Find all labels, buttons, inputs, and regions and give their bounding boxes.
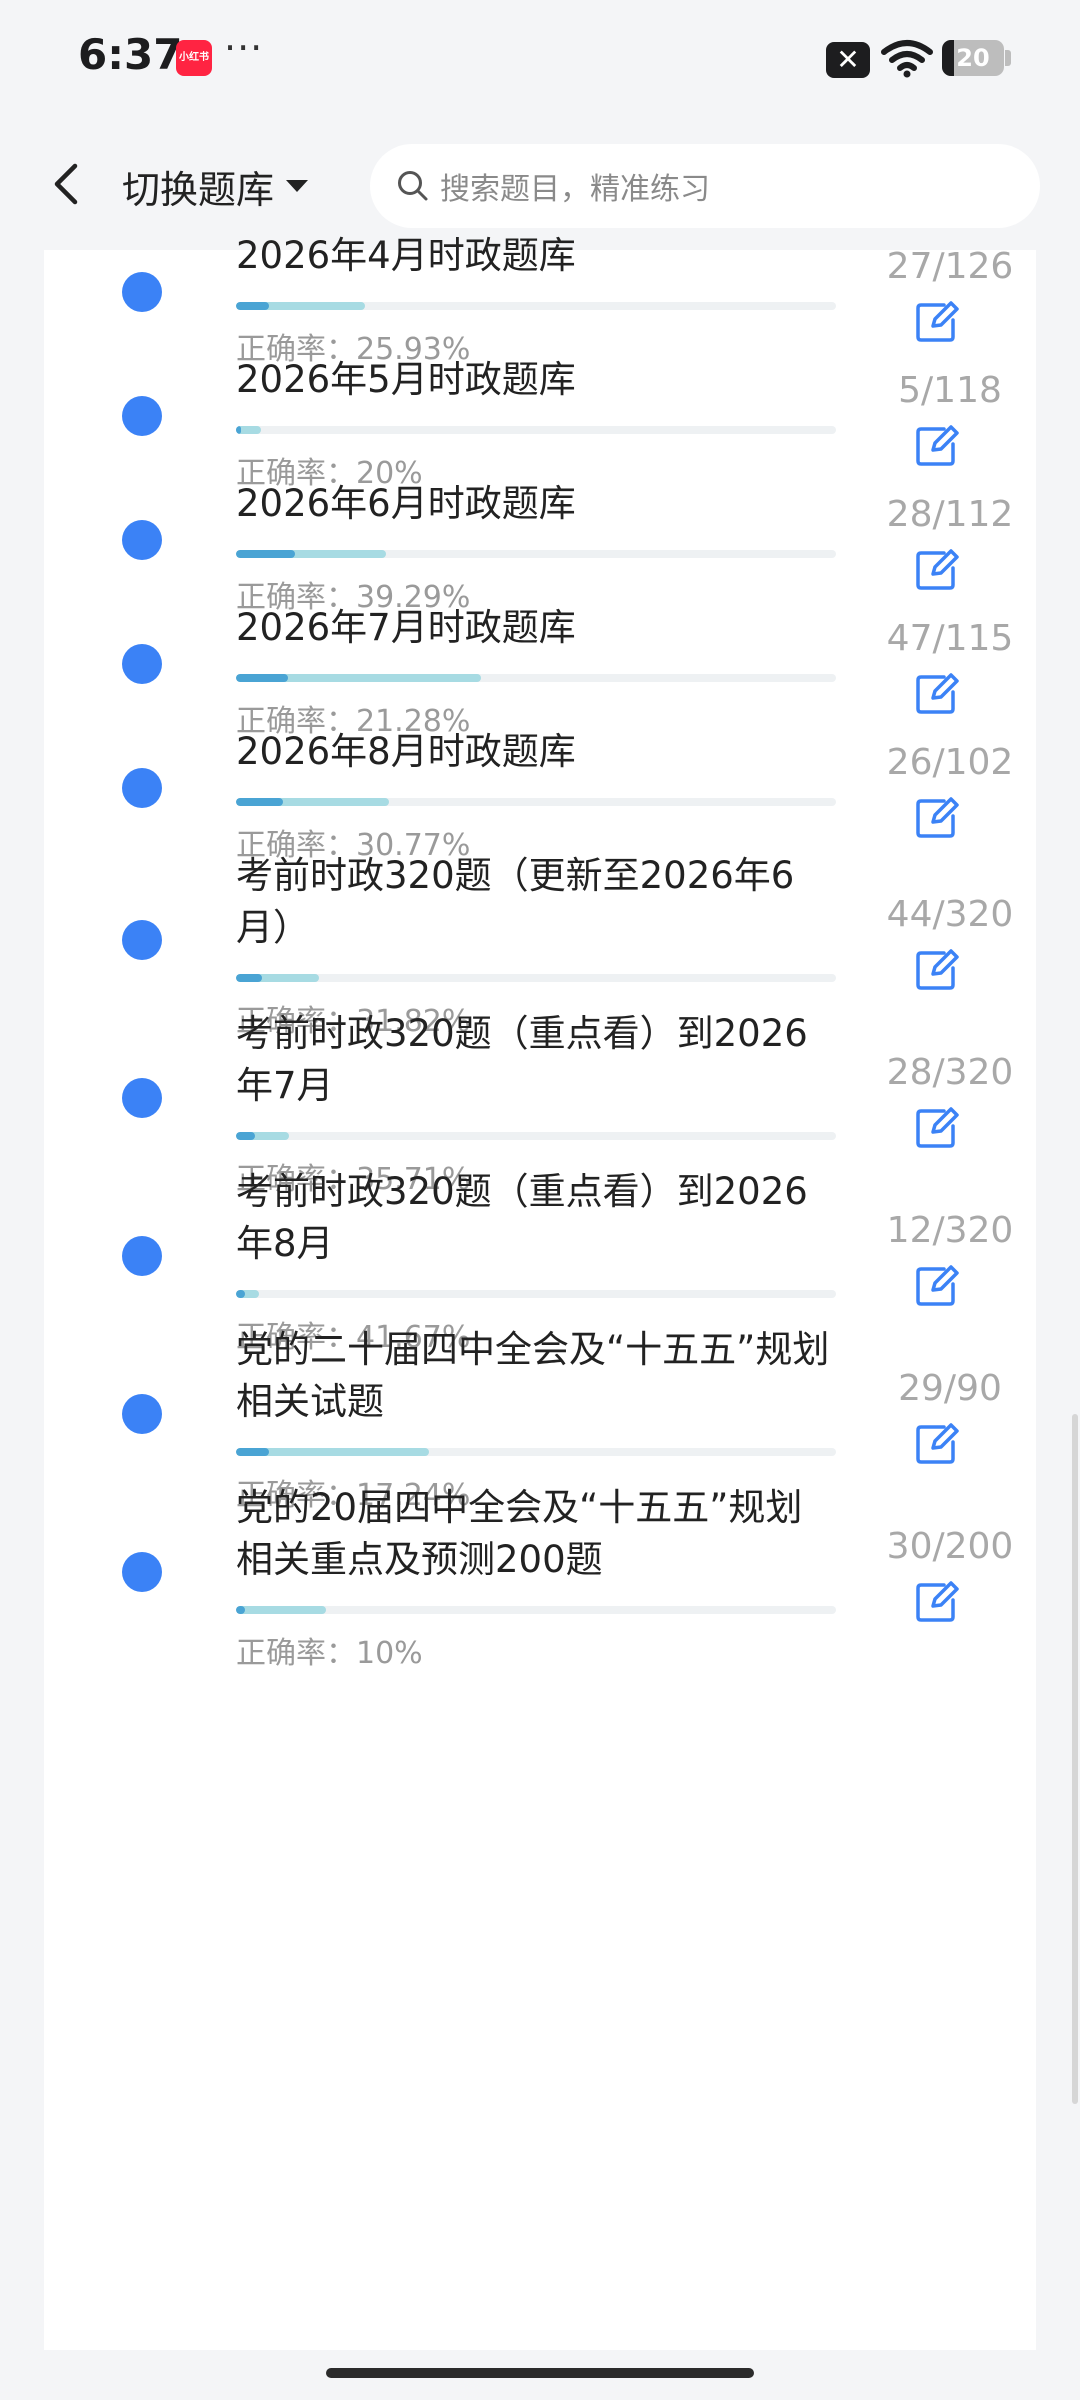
- edit-practice-icon[interactable]: [914, 796, 960, 840]
- item-title: 党的二十届四中全会及“十五五”规划相关试题: [236, 1328, 830, 1423]
- accuracy-fill: [236, 798, 284, 806]
- answered-count: 28/112: [886, 494, 1014, 535]
- status-bar: 6:37 小红书 ··· ✕ 20: [0, 0, 1080, 120]
- item-title: 考前时政320题（重点看）到2026年7月: [236, 1012, 808, 1107]
- status-dot: [122, 1394, 162, 1434]
- status-dot: [122, 272, 162, 312]
- item-title: 2026年6月时政题库: [236, 482, 576, 525]
- scrollbar[interactable]: [1072, 1414, 1078, 2104]
- switch-question-bank-dropdown[interactable]: 切换题库: [122, 158, 310, 214]
- battery-percent: 20: [956, 44, 990, 72]
- search-placeholder: 搜索题目，精准练习: [440, 172, 710, 207]
- answered-count: 5/118: [898, 370, 1002, 411]
- item-title: 考前时政320题（重点看）到2026年8月: [236, 1170, 808, 1265]
- accuracy-fill: [236, 1448, 270, 1456]
- edit-practice-icon[interactable]: [914, 424, 960, 468]
- accuracy-fill: [236, 302, 270, 310]
- answered-count: 30/200: [886, 1526, 1014, 1567]
- question-bank-list: 2026年4月时政题库 正确率：25.93% 27/126 2026年5月时政题库 正确…: [44, 234, 1036, 2350]
- progress-bar: [236, 674, 836, 682]
- accuracy-fill: [236, 974, 263, 982]
- progress-bar: [236, 302, 836, 310]
- item-title: 2026年5月时政题库: [236, 358, 576, 401]
- more-notifications-icon: ···: [224, 26, 264, 70]
- answered-count: 12/320: [886, 1210, 1014, 1251]
- item-title: 2026年7月时政题库: [236, 606, 576, 649]
- battery-icon: 20: [942, 40, 1004, 76]
- home-indicator[interactable]: [326, 2368, 754, 2378]
- accuracy-fill: [236, 550, 295, 558]
- chevron-left-icon: [54, 163, 78, 205]
- progress-fill: [236, 1606, 326, 1614]
- status-dot: [122, 768, 162, 808]
- answered-count: 29/90: [898, 1368, 1002, 1409]
- search-input[interactable]: 搜索题目，精准练习: [370, 144, 1040, 228]
- status-dot: [122, 920, 162, 960]
- question-bank-item[interactable]: 党的20届四中全会及“十五五”规划相关重点及预测200题正确率：10% 30/20…: [44, 1482, 1036, 1696]
- xiaohongshu-app-icon: 小红书: [176, 40, 212, 76]
- edit-practice-icon[interactable]: [914, 300, 960, 344]
- answered-count: 26/102: [886, 742, 1014, 783]
- switch-question-bank-label: 切换题库: [122, 167, 275, 212]
- edit-practice-icon[interactable]: [914, 1422, 960, 1466]
- status-dot: [122, 1236, 162, 1276]
- progress-bar: [236, 798, 836, 806]
- answered-count: 27/126: [886, 246, 1014, 287]
- answered-count: 28/320: [886, 1052, 1014, 1093]
- edit-practice-icon[interactable]: [914, 548, 960, 592]
- edit-practice-icon[interactable]: [914, 1580, 960, 1624]
- item-title: 党的20届四中全会及“十五五”规划相关重点及预测200题: [236, 1486, 803, 1581]
- wifi-icon: [881, 40, 933, 78]
- edit-practice-icon[interactable]: [914, 1264, 960, 1308]
- progress-bar: [236, 974, 836, 982]
- edit-practice-icon[interactable]: [914, 672, 960, 716]
- progress-bar: [236, 1606, 836, 1614]
- status-dot: [122, 1078, 162, 1118]
- no-sim-icon: ✕: [826, 42, 870, 78]
- answered-count: 47/115: [886, 618, 1014, 659]
- status-time: 6:37: [78, 30, 183, 79]
- accuracy-fill: [236, 674, 289, 682]
- search-icon: [398, 171, 428, 201]
- status-dot: [122, 396, 162, 436]
- accuracy-fill: [236, 1132, 255, 1140]
- progress-bar: [236, 426, 836, 434]
- status-dot: [122, 644, 162, 684]
- progress-bar: [236, 1448, 836, 1456]
- battery-tip: [1005, 50, 1011, 66]
- progress-bar: [236, 1290, 836, 1298]
- accuracy-rate: 正确率：10%: [236, 1636, 423, 1671]
- edit-practice-icon[interactable]: [914, 948, 960, 992]
- progress-bar: [236, 550, 836, 558]
- accuracy-fill: [236, 426, 242, 434]
- status-dot: [122, 1552, 162, 1592]
- progress-bar: [236, 1132, 836, 1140]
- item-title: 考前时政320题（更新至2026年6月）: [236, 854, 795, 949]
- caret-down-icon: [286, 180, 309, 192]
- item-title: 2026年8月时政题库: [236, 730, 576, 773]
- status-dot: [122, 520, 162, 560]
- answered-count: 44/320: [886, 894, 1014, 935]
- accuracy-fill: [236, 1606, 245, 1614]
- item-title: 2026年4月时政题库: [236, 234, 576, 277]
- edit-practice-icon[interactable]: [914, 1106, 960, 1150]
- back-button[interactable]: [36, 154, 96, 214]
